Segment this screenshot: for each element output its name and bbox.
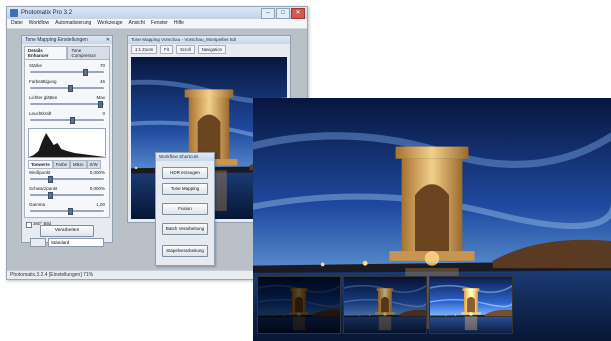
app-titlebar: Photomatix Pro 3.2 – □ ✕ bbox=[7, 7, 307, 19]
slider-gamma[interactable]: Gamma 1,00 bbox=[28, 201, 106, 217]
exposure-thumb-dark bbox=[257, 276, 341, 334]
preview-toolbar: 1:1 Zoom Fit Scroll Navigation bbox=[128, 44, 290, 56]
slider-handle[interactable] bbox=[68, 85, 73, 92]
workflow-title: Workflow Shortcuts bbox=[156, 153, 214, 161]
slider-handle[interactable] bbox=[48, 176, 53, 183]
exposure-thumb-normal bbox=[343, 276, 427, 334]
thumb-photo-normal bbox=[344, 277, 426, 333]
navigation-button[interactable]: Navigation bbox=[197, 45, 226, 54]
menu-bar: Datei Workflow Automatisierung Werkzeuge… bbox=[7, 19, 307, 29]
slider-value: 70 bbox=[99, 63, 105, 68]
slider-track[interactable] bbox=[30, 210, 104, 212]
slider-value: 1,00 bbox=[96, 202, 105, 207]
tab-farbe[interactable]: Farbe bbox=[52, 160, 71, 169]
tab-details-enhancer[interactable]: Details Enhancer bbox=[24, 46, 68, 59]
slider-handle[interactable] bbox=[70, 117, 75, 124]
preview-title: Tone Mapping Vorschau - Vorschau_Montpel… bbox=[128, 36, 290, 44]
slider-track[interactable] bbox=[30, 194, 104, 196]
scroll-button[interactable]: Scroll bbox=[175, 45, 195, 54]
panel-title-text: Tone Mapping Einstellungen bbox=[25, 37, 88, 43]
slider-value: 0,000% bbox=[89, 170, 105, 175]
close-icon[interactable]: ✕ bbox=[106, 36, 110, 44]
window-controls: – □ ✕ bbox=[261, 8, 305, 19]
tab-tonwerte[interactable]: Tonwerte bbox=[28, 160, 53, 169]
histogram bbox=[28, 128, 106, 158]
stapel-button[interactable]: Stapelverarbeitung bbox=[162, 245, 208, 257]
slider-track[interactable] bbox=[30, 178, 104, 180]
slider-value: Max bbox=[96, 95, 105, 100]
tone-mapping-button[interactable]: Tone Mapping bbox=[162, 183, 208, 195]
slider-weisspunkt[interactable]: Weißpunkt 0,000% bbox=[28, 169, 106, 185]
slider-label: Lichter glätten bbox=[29, 95, 58, 100]
minimize-button[interactable]: – bbox=[261, 8, 275, 19]
slider-handle[interactable] bbox=[48, 192, 53, 199]
menu-automatisierung[interactable]: Automatisierung bbox=[55, 19, 91, 28]
slider-track[interactable] bbox=[30, 103, 104, 105]
generate-hdr-button[interactable]: HDR erzeugen bbox=[162, 167, 208, 179]
slider-value: 0,000% bbox=[89, 186, 105, 191]
fit-button[interactable]: Fit bbox=[160, 45, 173, 54]
slider-farbsaettigung[interactable]: Farbsättigung 46 bbox=[28, 78, 106, 94]
slider-schwarzpunkt[interactable]: Schwarzpunkt 0,000% bbox=[28, 185, 106, 201]
slider-value: 46 bbox=[99, 79, 105, 84]
slider-handle[interactable] bbox=[83, 69, 88, 76]
fusion-button[interactable]: Fusion bbox=[162, 203, 208, 215]
preset-select[interactable]: Standard bbox=[48, 238, 104, 247]
menu-fenster[interactable]: Fenster bbox=[151, 19, 168, 28]
checkbox-box[interactable] bbox=[26, 222, 32, 228]
workflow-shortcuts-window: Workflow Shortcuts HDR erzeugen Tone Map… bbox=[155, 152, 215, 266]
close-button[interactable]: ✕ bbox=[291, 8, 305, 19]
slider-track[interactable] bbox=[30, 119, 104, 121]
slider-handle[interactable] bbox=[68, 208, 73, 215]
slider-value: 0 bbox=[102, 111, 105, 116]
slider-handle[interactable] bbox=[98, 101, 103, 108]
slider-leuchtkraft[interactable]: Leuchtkraft 0 bbox=[28, 110, 106, 126]
tab-mikro[interactable]: Mikro bbox=[70, 160, 87, 169]
tab-sw[interactable]: S/W bbox=[86, 160, 101, 169]
zoom-1-1-button[interactable]: 1:1 Zoom bbox=[131, 45, 158, 54]
app-title: Photomatix Pro 3.2 bbox=[21, 10, 73, 16]
slider-label: Farbsättigung bbox=[29, 79, 57, 84]
slider-label: Weißpunkt bbox=[29, 170, 51, 175]
tab-tone-compressor[interactable]: Tone Compressor bbox=[67, 46, 110, 59]
histogram-graph bbox=[29, 133, 105, 157]
slider-label: Leuchtkraft bbox=[29, 111, 52, 116]
menu-datei[interactable]: Datei bbox=[11, 19, 23, 28]
slider-track[interactable] bbox=[30, 87, 104, 89]
tone-mapping-panel: Tone Mapping Einstellungen ✕ Details Enh… bbox=[21, 35, 113, 247]
app-icon bbox=[10, 9, 18, 17]
batch-button[interactable]: Batch Verarbeitung bbox=[162, 223, 208, 235]
panel-tabs: Details Enhancer Tone Compressor bbox=[24, 46, 110, 59]
menu-werkzeuge[interactable]: Werkzeuge bbox=[97, 19, 122, 28]
slider-label: Schwarzpunkt bbox=[29, 186, 58, 191]
slider-track[interactable] bbox=[30, 71, 104, 73]
menu-workflow[interactable]: Workflow bbox=[29, 19, 49, 28]
slider-label: Stärke bbox=[29, 63, 43, 68]
slider-label: Gamma bbox=[29, 202, 46, 207]
exposure-thumb-bright bbox=[429, 276, 513, 334]
maximize-button[interactable]: □ bbox=[276, 8, 290, 19]
slider-lichter-glaetten[interactable]: Lichter glätten Max bbox=[28, 94, 106, 110]
thumb-photo-bright bbox=[430, 277, 512, 333]
panel-title: Tone Mapping Einstellungen ✕ bbox=[22, 36, 112, 44]
menu-ansicht[interactable]: Ansicht bbox=[129, 19, 145, 28]
slider-staerke[interactable]: Stärke 70 bbox=[28, 62, 106, 78]
process-button[interactable]: Verarbeiten bbox=[40, 225, 94, 237]
subtabs: Tonwerte Farbe Mikro S/W bbox=[28, 160, 106, 169]
preset-save-button[interactable] bbox=[30, 238, 46, 247]
menu-hilfe[interactable]: Hilfe bbox=[174, 19, 184, 28]
thumb-photo-dark bbox=[258, 277, 340, 333]
